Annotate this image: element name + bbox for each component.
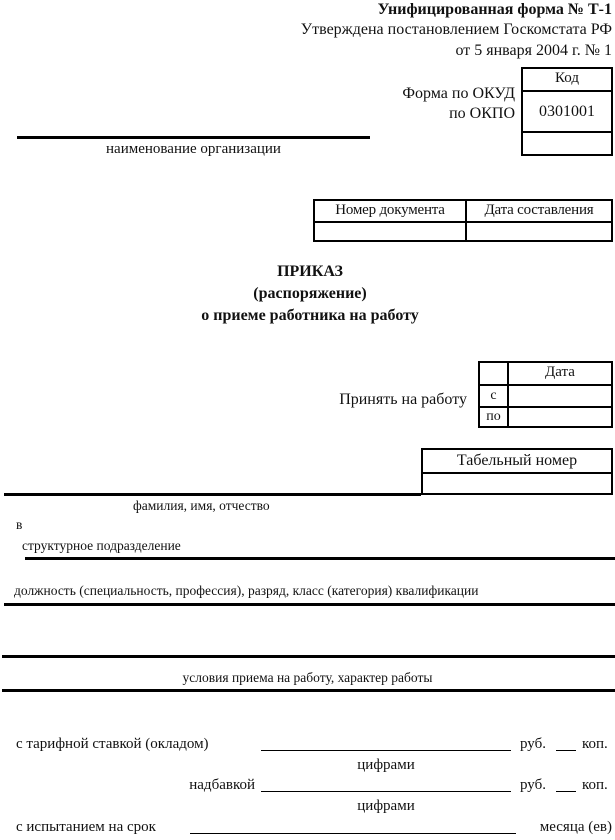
fio-field-line[interactable]: [4, 493, 421, 496]
document-number-cell[interactable]: [315, 221, 465, 240]
organization-field-line[interactable]: [17, 136, 370, 139]
hire-date-header-cell: Дата: [507, 363, 611, 384]
hire-label: Принять на работу: [339, 391, 467, 408]
hire-to-label: по: [486, 409, 501, 424]
rate-rub-unit: руб.: [520, 736, 546, 752]
conditions-caption: условия приема на работу, характер работ…: [182, 670, 433, 685]
okud-code-value: 0301001: [539, 103, 595, 120]
position-field-line[interactable]: [4, 603, 615, 606]
probation-label: с испытанием на срок: [16, 819, 156, 835]
rate-kop-unit: коп.: [582, 736, 608, 752]
organization-caption: наименование организации: [106, 141, 281, 157]
personnel-number-cell[interactable]: [423, 472, 611, 493]
hire-date-table: Дата с по: [478, 361, 613, 428]
bonus-amount-field[interactable]: [261, 791, 511, 792]
document-date-header: Дата составления: [484, 202, 594, 218]
conditions-bottom-line: [2, 689, 615, 692]
document-table: Номер документа Дата составления: [313, 199, 613, 242]
in-label: в: [16, 517, 23, 532]
probation-unit: месяца (ев): [539, 819, 612, 835]
rate-label: с тарифной ставкой (окладом): [16, 736, 209, 752]
bonus-label: надбавкой: [189, 777, 255, 793]
codes-header: Код: [555, 70, 579, 86]
hire-from-label-cell: с: [480, 384, 507, 406]
document-number-header-cell: Номер документа: [315, 201, 465, 221]
position-caption: должность (специальность, профессия), ра…: [14, 583, 479, 598]
codes-header-cell: Код: [523, 69, 611, 90]
document-date-header-cell: Дата составления: [465, 201, 611, 221]
order-description: о приеме работника на работу: [201, 307, 419, 324]
personnel-number-table: Табельный номер: [421, 448, 613, 495]
order-subtitle: (распоряжение): [253, 285, 367, 302]
codes-table: Код 0301001: [521, 67, 613, 156]
hire-to-date-cell[interactable]: [507, 406, 611, 426]
bonus-caption: цифрами: [357, 798, 415, 814]
conditions-field-line[interactable]: [2, 655, 615, 658]
okud-code-cell[interactable]: 0301001: [523, 90, 611, 131]
fio-caption: фамилия, имя, отчество: [133, 498, 270, 513]
hire-empty-header-cell: [480, 363, 507, 384]
department-caption: структурное подразделение: [22, 538, 181, 553]
approval-text: Утверждена постановлением Госкомстата РФ: [300, 21, 612, 38]
document-date-cell[interactable]: [465, 221, 611, 240]
document-number-header: Номер документа: [335, 202, 445, 218]
personnel-number-header: Табельный номер: [456, 452, 578, 469]
rate-kop-field[interactable]: [556, 750, 576, 751]
rate-caption: цифрами: [357, 757, 415, 773]
probation-period-field[interactable]: [190, 833, 516, 834]
department-field-line[interactable]: [25, 557, 615, 560]
approval-date: от 5 января 2004 г. № 1: [455, 42, 612, 59]
hire-date-header: Дата: [545, 364, 575, 380]
personnel-number-header-cell: Табельный номер: [423, 450, 611, 472]
hire-to-label-cell: по: [480, 406, 507, 426]
bonus-kop-unit: коп.: [582, 777, 608, 793]
rate-amount-field[interactable]: [261, 750, 511, 751]
bonus-rub-unit: руб.: [520, 777, 546, 793]
okud-label: Форма по ОКУД: [402, 85, 515, 102]
order-title: ПРИКАЗ: [277, 263, 343, 280]
okpo-label: по ОКПО: [449, 105, 515, 122]
form-title: Унифицированная форма № Т-1: [377, 1, 612, 18]
bonus-kop-field[interactable]: [556, 791, 576, 792]
hire-from-date-cell[interactable]: [507, 384, 611, 406]
okpo-code-cell[interactable]: [523, 131, 611, 154]
hire-from-label: с: [490, 388, 497, 403]
